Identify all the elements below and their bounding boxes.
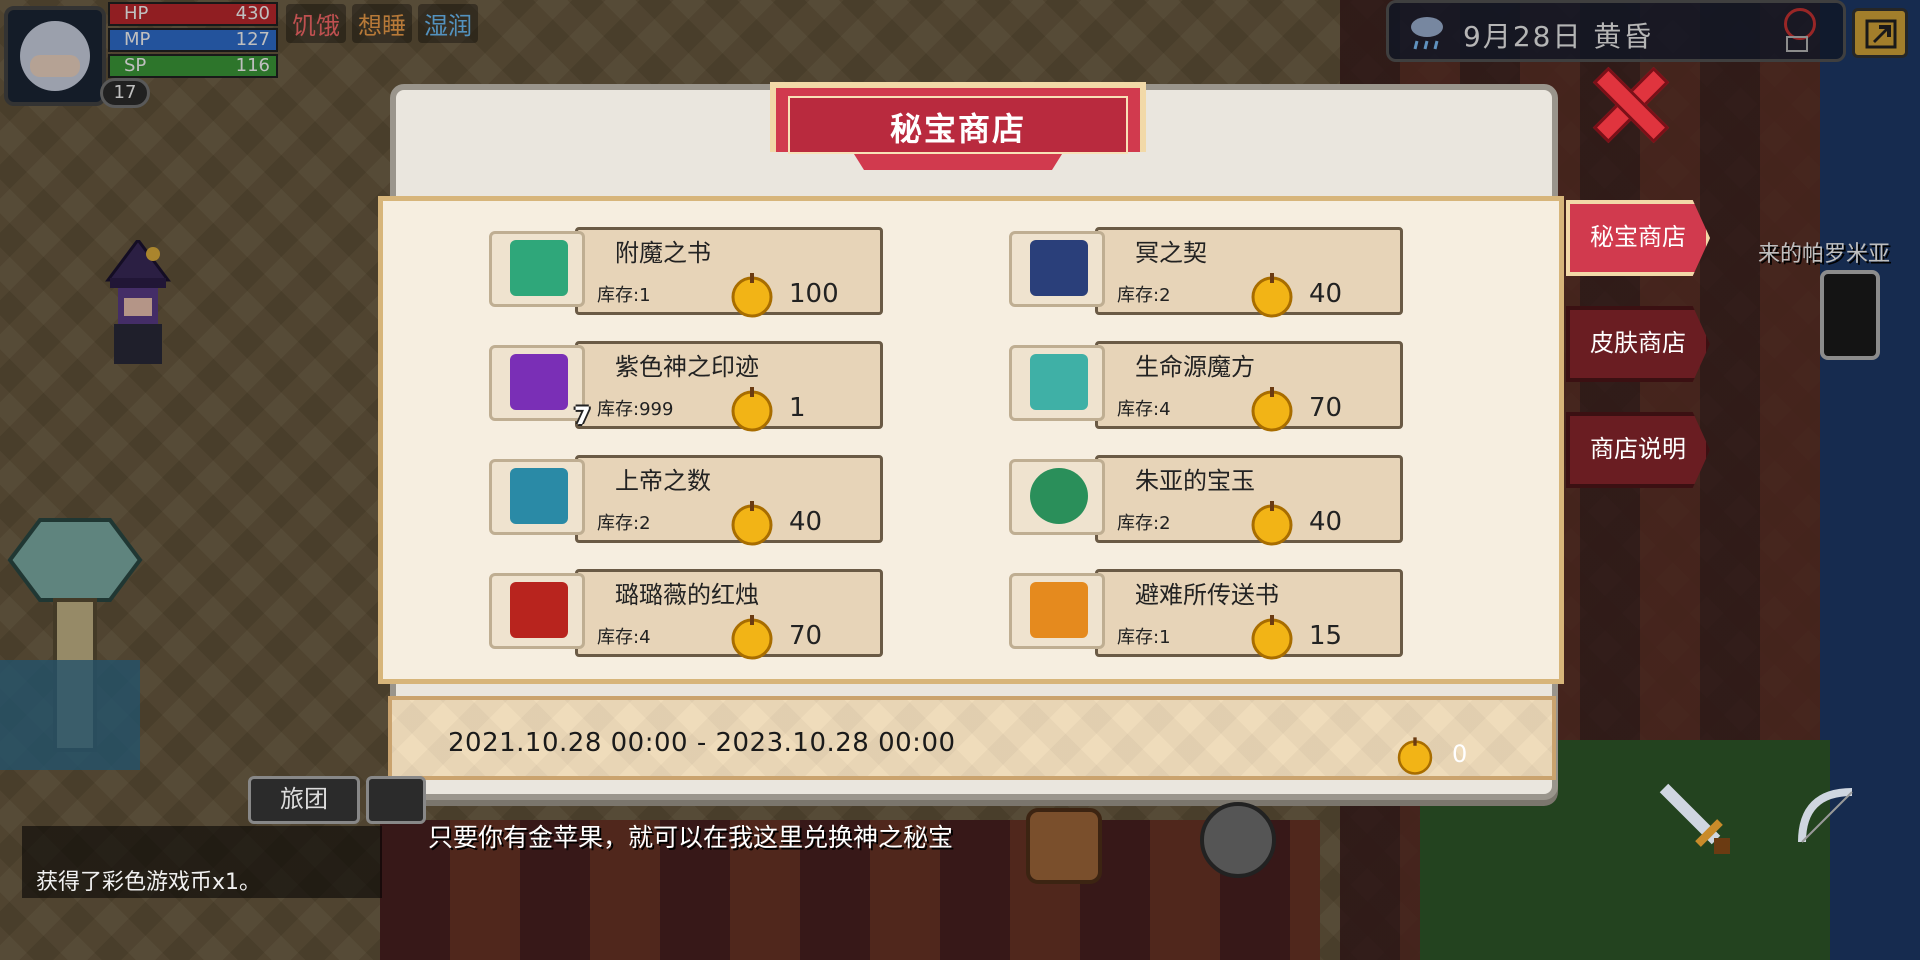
chat-message: 获得了彩色游戏币x1。 <box>36 870 262 895</box>
item-stock: 库存:2 <box>1117 285 1171 306</box>
item-icon-frame <box>1009 459 1105 535</box>
shop-item[interactable]: 朱亚的宝玉 库存:2 40 <box>1009 455 1405 546</box>
item-price: 40 <box>789 507 823 537</box>
golden-apple-icon <box>1251 387 1293 432</box>
purple-seal-icon <box>510 354 568 410</box>
shop-item[interactable]: 紫色神之印迹 库存:999 1 <box>489 341 885 432</box>
item-price: 70 <box>789 621 823 651</box>
item-name: 避难所传送书 <box>1135 581 1279 609</box>
close-button[interactable] <box>1586 64 1666 138</box>
item-stock: 库存:1 <box>597 285 651 306</box>
shop-item-list[interactable]: 附魔之书 库存:1 100 紫色神之印迹 库存:999 1 上帝之数 库存:2 … <box>378 196 1564 684</box>
item-price: 40 <box>1309 507 1343 537</box>
golden-apple-icon <box>1251 615 1293 660</box>
shop-date-bar: 2021.10.28 00:00 - 2023.10.28 00:00 0 <box>388 696 1556 780</box>
item-icon-frame <box>1009 573 1105 649</box>
golden-apple-icon <box>1397 737 1433 775</box>
shop-date-range: 2021.10.28 00:00 - 2023.10.28 00:00 <box>448 728 956 758</box>
compass-icon[interactable] <box>1200 802 1276 878</box>
item-icon-frame <box>1009 231 1105 307</box>
shop-title-banner: 秘宝商店 <box>770 82 1146 182</box>
item-stock: 库存:2 <box>1117 513 1171 534</box>
secondary-bottom-button[interactable] <box>366 776 426 824</box>
item-name: 朱亚的宝玉 <box>1135 467 1255 495</box>
item-stock: 库存:2 <box>597 513 651 534</box>
shop-item[interactable]: 上帝之数 库存:2 40 <box>489 455 885 546</box>
npc-dialogue-text: 只要你有金苹果，就可以在我这里兑换神之秘宝 <box>428 823 954 852</box>
tab-treasure-shop[interactable]: 秘宝商店 <box>1566 200 1710 276</box>
item-name: 附魔之书 <box>615 239 711 267</box>
shop-item[interactable]: 璐璐薇的红烛 库存:4 70 <box>489 569 885 660</box>
golden-apple-icon <box>731 273 773 318</box>
item-price: 40 <box>1309 279 1343 309</box>
item-icon-frame <box>1009 345 1105 421</box>
item-stock: 库存:999 <box>597 399 674 420</box>
god-number-book-icon <box>510 468 568 524</box>
item-name: 生命源魔方 <box>1135 353 1255 381</box>
shop-item[interactable]: 避难所传送书 库存:1 15 <box>1009 569 1405 660</box>
item-price: 1 <box>789 393 806 423</box>
item-price: 100 <box>789 279 839 309</box>
golden-apple-icon <box>1251 273 1293 318</box>
item-icon-frame <box>489 345 585 421</box>
backpack-icon[interactable] <box>1026 808 1102 884</box>
underworld-contract-icon <box>1030 240 1088 296</box>
item-name: 紫色神之印迹 <box>615 353 759 381</box>
item-icon-frame <box>489 459 585 535</box>
golden-apple-icon <box>731 615 773 660</box>
tab-skin-shop[interactable]: 皮肤商店 <box>1566 306 1710 382</box>
team-button[interactable]: 旅团 <box>248 776 360 824</box>
item-price: 70 <box>1309 393 1343 423</box>
item-stock: 库存:4 <box>1117 399 1171 420</box>
shelter-teleport-book-icon <box>1030 582 1088 638</box>
red-candle-icon <box>510 582 568 638</box>
item-stock: 库存:4 <box>597 627 651 648</box>
bow-icon[interactable] <box>1782 772 1874 864</box>
item-icon-frame <box>489 231 585 307</box>
item-name: 冥之契 <box>1135 239 1207 267</box>
golden-apple-count: 0 <box>1452 740 1468 768</box>
golden-apple-icon <box>731 501 773 546</box>
enchant-book-icon <box>510 240 568 296</box>
tab-shop-info[interactable]: 商店说明 <box>1566 412 1710 488</box>
item-name: 上帝之数 <box>615 467 711 495</box>
chat-log: 获得了彩色游戏币x1。 <box>22 826 382 898</box>
life-cube-icon <box>1030 354 1088 410</box>
golden-apple-icon <box>731 387 773 432</box>
sword-icon[interactable] <box>1646 770 1738 862</box>
shop-title: 秘宝商店 <box>889 110 1026 148</box>
shop-item[interactable]: 生命源魔方 库存:4 70 <box>1009 341 1405 432</box>
item-name: 璐璐薇的红烛 <box>615 581 759 609</box>
item-icon-frame <box>489 573 585 649</box>
shop-item[interactable]: 附魔之书 库存:1 100 <box>489 227 885 318</box>
shop-item[interactable]: 冥之契 库存:2 40 <box>1009 227 1405 318</box>
item-price: 15 <box>1309 621 1343 651</box>
golden-apple-icon <box>1251 501 1293 546</box>
item-stock: 库存:1 <box>1117 627 1171 648</box>
item-quantity-badge: 7 <box>574 402 591 430</box>
jade-disc-icon <box>1030 468 1088 524</box>
